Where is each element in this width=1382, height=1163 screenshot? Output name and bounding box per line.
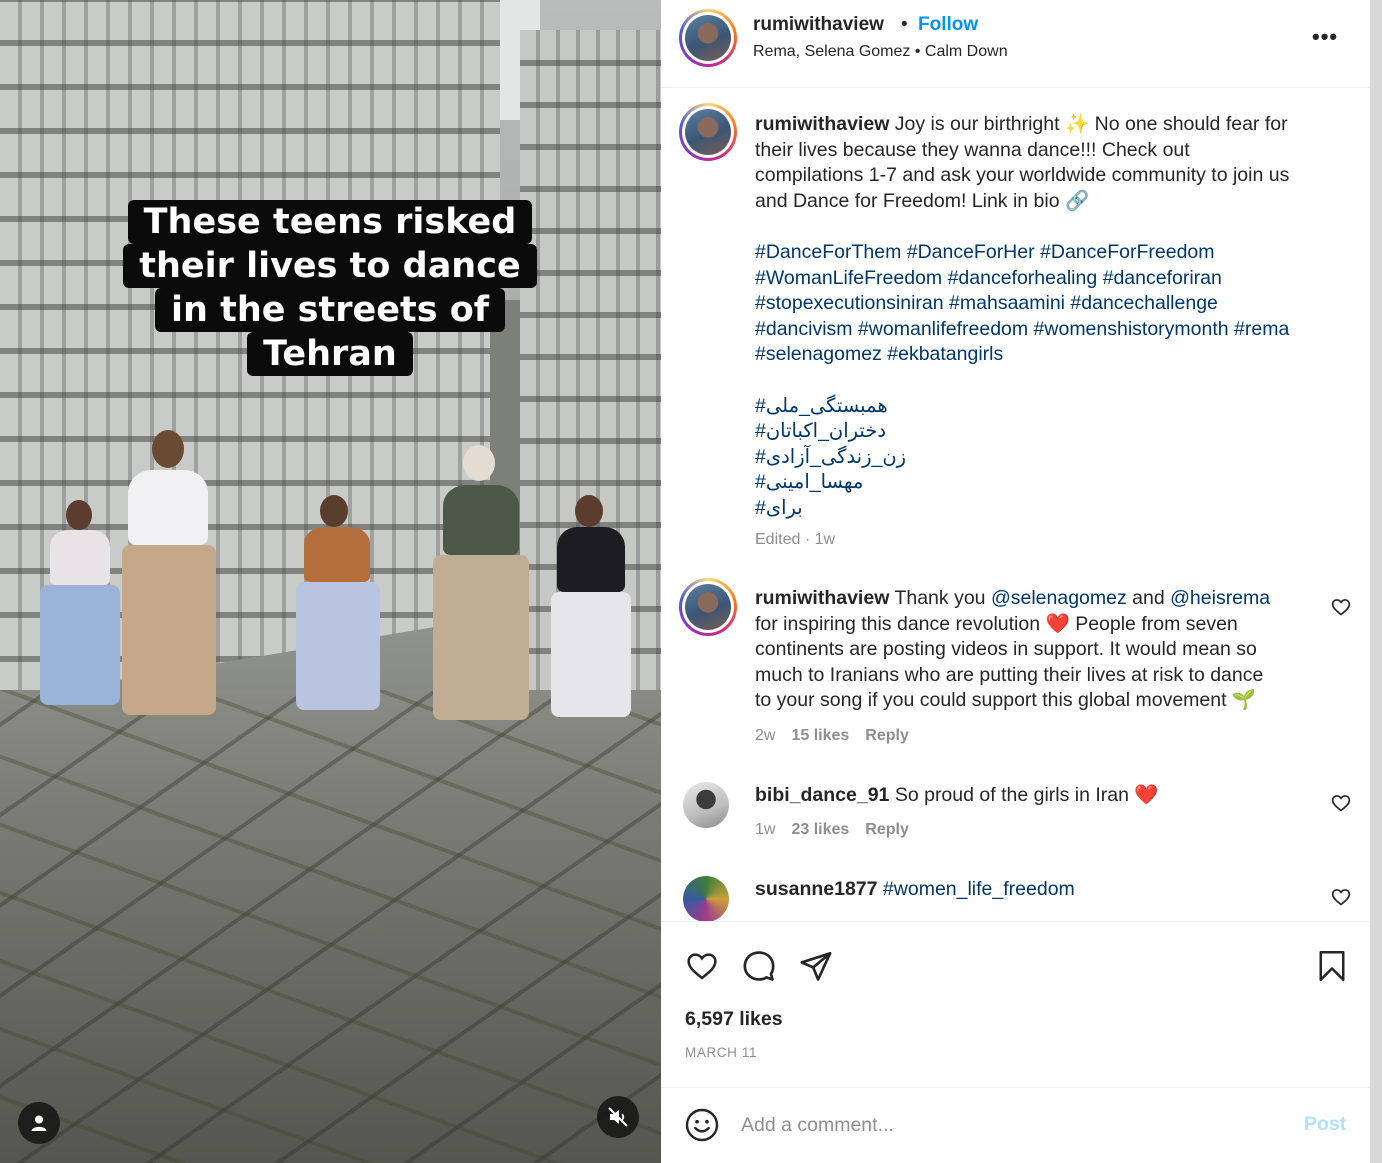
tagged-users-button[interactable] bbox=[18, 1102, 60, 1144]
comment-username[interactable]: bibi_dance_91 bbox=[755, 784, 889, 806]
comment-meta: 2w 15 likes Reply bbox=[755, 727, 909, 745]
comment-text-part: and bbox=[1132, 587, 1165, 609]
post-actions: 6,597 likes MARCH 11 bbox=[661, 921, 1370, 1087]
post-header: rumiwithaview • Follow Rema, Selena Gome… bbox=[661, 0, 1370, 88]
comment-likes[interactable]: 23 likes bbox=[791, 821, 849, 838]
post-video[interactable]: These teens risked their lives to dance … bbox=[0, 0, 661, 1163]
caption-author-avatar[interactable] bbox=[679, 103, 737, 161]
comment-text-part: Thank you bbox=[894, 587, 986, 609]
caption-text: rumiwithaview Joy is our birthright ✨ No… bbox=[755, 112, 1335, 522]
comment-item: bibi_dance_91 So proud of the girls in I… bbox=[661, 779, 1370, 849]
dancer-5 bbox=[545, 495, 635, 720]
more-options-button[interactable]: ••• bbox=[1312, 24, 1338, 50]
persian-hashtag-3[interactable]: #زن_زندگی_آزادی bbox=[755, 446, 906, 468]
comment-avatar[interactable] bbox=[683, 782, 729, 828]
comment-time: 2w bbox=[755, 727, 776, 744]
dancer-3 bbox=[290, 495, 385, 715]
comments-list[interactable]: rumiwithaview Joy is our birthright ✨ No… bbox=[661, 89, 1370, 921]
reply-button[interactable]: Reply bbox=[865, 727, 909, 744]
video-text-overlay: These teens risked their lives to dance … bbox=[110, 200, 550, 376]
background-gutter bbox=[1370, 0, 1382, 1163]
paved-ground bbox=[0, 690, 661, 1163]
comment-username[interactable]: susanne1877 bbox=[755, 878, 878, 900]
mention-link[interactable]: @heisrema bbox=[1170, 587, 1270, 609]
hashtag-line-4[interactable]: #dancivism #womanlifefreedom #womenshist… bbox=[755, 318, 1289, 340]
comment-text: susanne1877 #women_life_freedom bbox=[755, 877, 1335, 903]
comment-item: susanne1877 #women_life_freedom bbox=[661, 873, 1370, 921]
hashtag-line-3[interactable]: #stopexecutionsiniran #mahsaamini #dance… bbox=[755, 292, 1218, 314]
comment-line: to your song if you could support this g… bbox=[755, 689, 1257, 712]
comment-bubble-icon[interactable] bbox=[742, 949, 776, 983]
comment-avatar[interactable] bbox=[679, 578, 737, 636]
reply-button[interactable]: Reply bbox=[865, 821, 909, 838]
like-comment-heart-icon[interactable] bbox=[1331, 597, 1351, 617]
likes-count[interactable]: 6,597 likes bbox=[685, 1008, 783, 1031]
hashtag-link[interactable]: #women_life_freedom bbox=[883, 878, 1075, 900]
caption-line-1: Joy is our birthright ✨ No one should fe… bbox=[894, 113, 1288, 135]
comment-line: for inspiring this dance revolution ❤️ P… bbox=[755, 612, 1238, 635]
persian-hashtag-1[interactable]: #همبستگی_ملی bbox=[755, 395, 888, 417]
persian-hashtag-2[interactable]: #دختران_اکباتان bbox=[755, 420, 886, 442]
dancer-1 bbox=[30, 500, 120, 710]
comment-input[interactable] bbox=[741, 1108, 1281, 1142]
comment-username[interactable]: rumiwithaview bbox=[755, 587, 889, 609]
speaker-muted-icon bbox=[608, 1107, 628, 1127]
comment-meta: 1w 23 likes Reply bbox=[755, 821, 909, 839]
comment-item: rumiwithaview Thank you @selenagomez and… bbox=[661, 574, 1370, 754]
emoji-smiley-icon[interactable] bbox=[684, 1107, 720, 1143]
audio-track-link[interactable]: Rema, Selena Gomez • Calm Down bbox=[753, 43, 1008, 61]
hashtag-line-1[interactable]: #DanceForThem #DanceForHer #DanceForFree… bbox=[755, 241, 1215, 263]
follow-button[interactable]: Follow bbox=[918, 14, 978, 36]
caption-line-2: their lives because they wanna dance!!! … bbox=[755, 138, 1190, 161]
dancer-4 bbox=[425, 445, 535, 725]
mention-link[interactable]: @selenagomez bbox=[991, 587, 1127, 609]
post-date: MARCH 11 bbox=[685, 1045, 758, 1060]
like-comment-heart-icon[interactable] bbox=[1331, 793, 1351, 813]
post-comment-button[interactable]: Post bbox=[1304, 1113, 1346, 1136]
persian-hashtag-5[interactable]: #برای bbox=[755, 497, 803, 519]
post-caption: rumiwithaview Joy is our birthright ✨ No… bbox=[661, 89, 1370, 559]
author-username[interactable]: rumiwithaview bbox=[753, 14, 884, 36]
caption-line-3: compilations 1-7 and ask your worldwide … bbox=[755, 164, 1290, 187]
like-comment-heart-icon[interactable] bbox=[1331, 887, 1351, 907]
comment-body: So proud of the girls in Iran ❤️ bbox=[894, 784, 1159, 806]
persian-hashtag-4[interactable]: #مهسا_امینی bbox=[755, 471, 863, 493]
caption-line-4: and Dance for Freedom! Link in bio 🔗 bbox=[755, 189, 1090, 212]
comment-line: much to Iranians who are putting their l… bbox=[755, 663, 1264, 686]
comment-line: continents are posting videos in support… bbox=[755, 638, 1257, 661]
post-details-panel: rumiwithaview • Follow Rema, Selena Gome… bbox=[661, 0, 1370, 1163]
caption-meta: Edited · 1w bbox=[755, 531, 836, 548]
author-avatar[interactable] bbox=[679, 9, 737, 67]
comment-likes[interactable]: 15 likes bbox=[791, 727, 849, 744]
share-paper-plane-icon[interactable] bbox=[799, 949, 833, 983]
comment-avatar[interactable] bbox=[683, 876, 729, 921]
comment-time: 1w bbox=[755, 821, 776, 838]
comment-text: rumiwithaview Thank you @selenagomez and… bbox=[755, 586, 1335, 714]
add-comment-bar: Post bbox=[661, 1087, 1370, 1163]
comment-text: bibi_dance_91 So proud of the girls in I… bbox=[755, 783, 1335, 809]
hashtag-line-5[interactable]: #selenagomez #ekbatangirls bbox=[755, 343, 1003, 365]
hashtag-line-2[interactable]: #WomanLifeFreedom #danceforhealing #danc… bbox=[755, 267, 1222, 289]
overlay-line-2: their lives to dance bbox=[123, 244, 537, 288]
save-bookmark-icon[interactable] bbox=[1317, 949, 1347, 983]
overlay-line-1: These teens risked bbox=[127, 200, 533, 244]
dancer-2 bbox=[110, 430, 220, 720]
overlay-line-3: in the streets of Tehran bbox=[155, 288, 505, 376]
caption-username[interactable]: rumiwithaview bbox=[755, 113, 889, 135]
header-separator: • bbox=[901, 14, 908, 35]
mute-button[interactable] bbox=[597, 1096, 639, 1138]
like-heart-icon[interactable] bbox=[685, 950, 719, 982]
user-icon bbox=[31, 1115, 47, 1131]
